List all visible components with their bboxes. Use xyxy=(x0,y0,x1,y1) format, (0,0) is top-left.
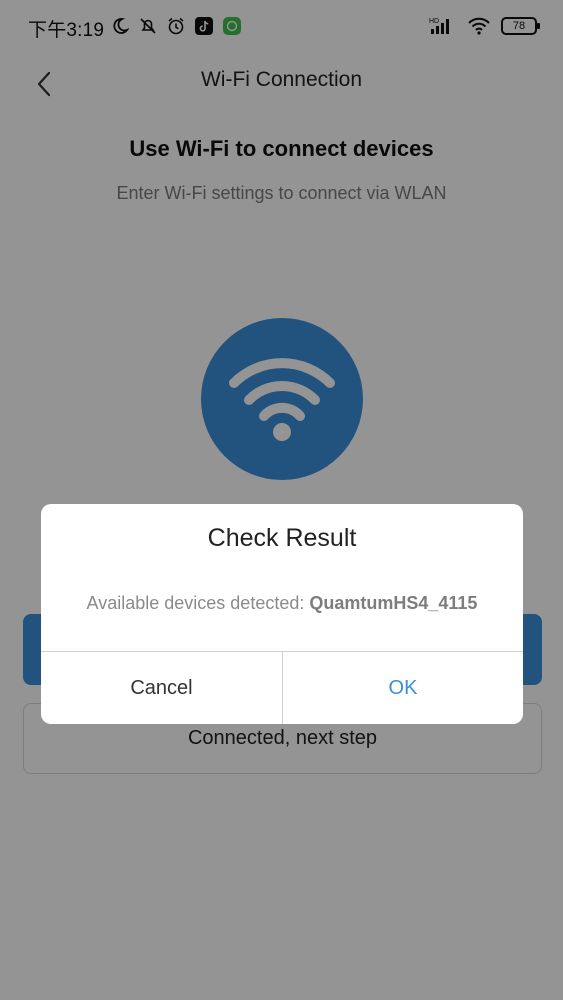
check-result-dialog: Check Result Available devices detected:… xyxy=(41,504,523,724)
modal-overlay[interactable] xyxy=(0,0,563,1000)
device-name: QuamtumHS4_4115 xyxy=(309,593,478,613)
dialog-message: Available devices detected: QuamtumHS4_4… xyxy=(41,593,523,614)
dialog-title: Check Result xyxy=(207,524,357,552)
cancel-button[interactable]: Cancel xyxy=(41,652,282,724)
dialog-message-prefix: Available devices detected: xyxy=(86,593,310,613)
ok-button[interactable]: OK xyxy=(283,652,523,724)
